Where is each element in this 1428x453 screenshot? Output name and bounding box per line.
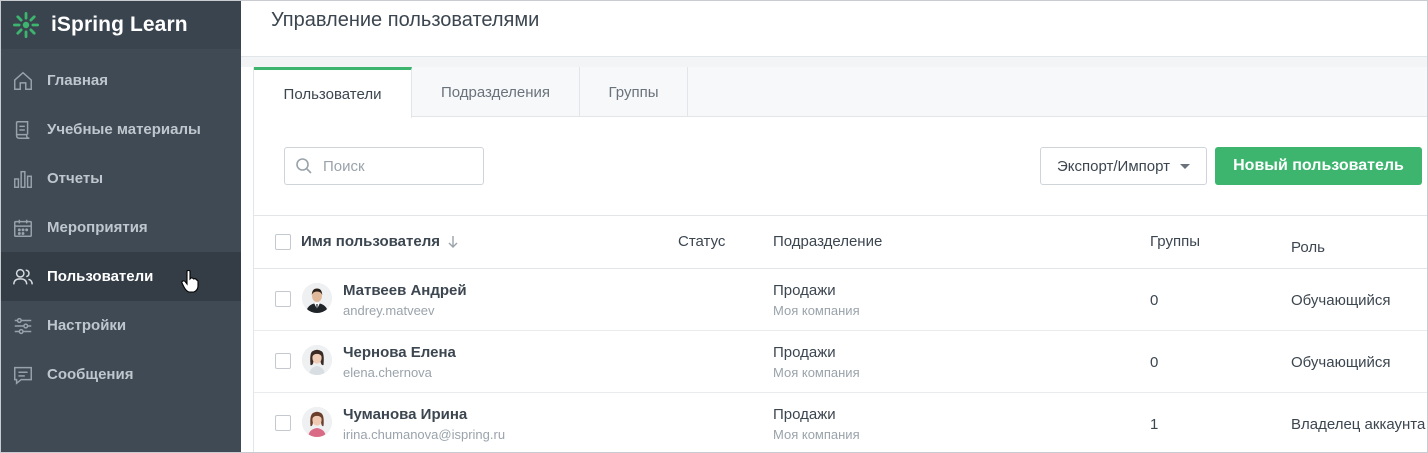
sidebar-item-materials[interactable]: Учебные материалы: [1, 105, 241, 154]
sidebar-item-label: Пользователи: [47, 268, 154, 285]
ispring-logo-icon: [13, 12, 39, 38]
home-icon: [11, 69, 35, 93]
user-login: andrey.matveev: [343, 303, 435, 318]
sidebar-item-home[interactable]: Главная: [1, 56, 241, 105]
page-title: Управление пользователями: [271, 9, 540, 31]
sidebar-item-users[interactable]: Пользователи: [1, 252, 241, 301]
export-import-label: Экспорт/Импорт: [1057, 157, 1170, 175]
tab-users[interactable]: Пользователи: [254, 67, 412, 118]
sort-arrow-down-icon: [448, 235, 458, 248]
tab-groups[interactable]: Группы: [580, 67, 688, 117]
user-name-link[interactable]: Чуманова Ирина: [343, 406, 467, 423]
sidebar-item-label: Настройки: [47, 317, 127, 334]
department-company: Моя компания: [773, 427, 860, 442]
column-header-status: Статус: [678, 233, 726, 250]
row-checkbox[interactable]: [275, 415, 291, 431]
users-table: Имя пользователя Статус Подразделение Гр…: [254, 215, 1427, 452]
hand-cursor-icon: [181, 269, 199, 293]
search-box[interactable]: [284, 147, 484, 185]
column-header-role: Роль: [1291, 239, 1325, 256]
user-name-link[interactable]: Чернова Елена: [343, 344, 456, 361]
users-panel: Пользователи Подразделения Группы Экспор…: [253, 67, 1427, 452]
column-header-groups: Группы: [1150, 233, 1200, 250]
calendar-icon: [11, 216, 35, 240]
brand-name: iSpring Learn: [51, 13, 188, 36]
department-company: Моя компания: [773, 303, 860, 318]
toolbar: Экспорт/Импорт Новый пользователь: [254, 117, 1427, 215]
avatar: [302, 345, 332, 375]
table-row[interactable]: Чернова Елена elena.chernova Продажи Моя…: [254, 331, 1427, 393]
messages-icon: [11, 363, 35, 387]
chevron-down-icon: [1179, 163, 1190, 169]
user-name-link[interactable]: Матвеев Андрей: [343, 282, 467, 299]
page-header: Управление пользователями: [241, 1, 1427, 57]
user-role: Обучающийся: [1291, 292, 1391, 309]
sidebar: iSpring Learn Главная Учебные материалы …: [1, 1, 241, 452]
user-role: Владелец аккаунта: [1291, 416, 1426, 433]
sidebar-item-label: Сообщения: [47, 366, 134, 383]
avatar: [302, 283, 332, 313]
brand[interactable]: iSpring Learn: [1, 1, 241, 49]
groups-count: 0: [1150, 292, 1159, 309]
tab-departments[interactable]: Подразделения: [412, 67, 580, 117]
sidebar-item-reports[interactable]: Отчеты: [1, 154, 241, 203]
settings-sliders-icon: [11, 314, 35, 338]
groups-count: 1: [1150, 416, 1159, 433]
search-icon: [296, 158, 312, 174]
sidebar-item-label: Отчеты: [47, 170, 104, 187]
avatar: [302, 407, 332, 437]
department-name: Продажи: [773, 282, 836, 299]
select-all-checkbox[interactable]: [275, 234, 291, 250]
sidebar-item-settings[interactable]: Настройки: [1, 301, 241, 350]
department-name: Продажи: [773, 406, 836, 423]
main-area: Управление пользователями Пользователи П…: [241, 1, 1427, 452]
user-login: irina.chumanova@ispring.ru: [343, 427, 506, 442]
materials-icon: [11, 118, 35, 142]
table-row[interactable]: Матвеев Андрей andrey.matveev Продажи Мо…: [254, 269, 1427, 331]
table-header: Имя пользователя Статус Подразделение Гр…: [254, 215, 1427, 269]
export-import-dropdown[interactable]: Экспорт/Импорт: [1040, 147, 1207, 185]
reports-icon: [11, 167, 35, 191]
new-user-button[interactable]: Новый пользователь: [1215, 147, 1422, 185]
tab-bar: Пользователи Подразделения Группы: [254, 67, 1427, 118]
column-header-name-label: Имя пользователя: [301, 233, 440, 250]
user-login: elena.chernova: [343, 365, 432, 380]
department-company: Моя компания: [773, 365, 860, 380]
row-checkbox[interactable]: [275, 353, 291, 369]
sidebar-item-label: Мероприятия: [47, 219, 148, 236]
sidebar-item-events[interactable]: Мероприятия: [1, 203, 241, 252]
search-input[interactable]: [323, 157, 473, 175]
column-header-name[interactable]: Имя пользователя: [301, 233, 459, 250]
sidebar-item-label: Учебные материалы: [47, 121, 201, 138]
user-role: Обучающийся: [1291, 354, 1391, 371]
column-header-department: Подразделение: [773, 233, 883, 250]
sidebar-item-messages[interactable]: Сообщения: [1, 350, 241, 399]
header-gap: [241, 57, 1427, 67]
sidebar-item-label: Главная: [47, 72, 109, 89]
table-row[interactable]: Чуманова Ирина irina.chumanova@ispring.r…: [254, 393, 1427, 452]
users-icon: [11, 265, 35, 289]
row-checkbox[interactable]: [275, 291, 291, 307]
groups-count: 0: [1150, 354, 1159, 371]
app-window: iSpring Learn Главная Учебные материалы …: [0, 0, 1428, 453]
sidebar-nav: Главная Учебные материалы Отчеты Меропри…: [1, 56, 241, 399]
department-name: Продажи: [773, 344, 836, 361]
